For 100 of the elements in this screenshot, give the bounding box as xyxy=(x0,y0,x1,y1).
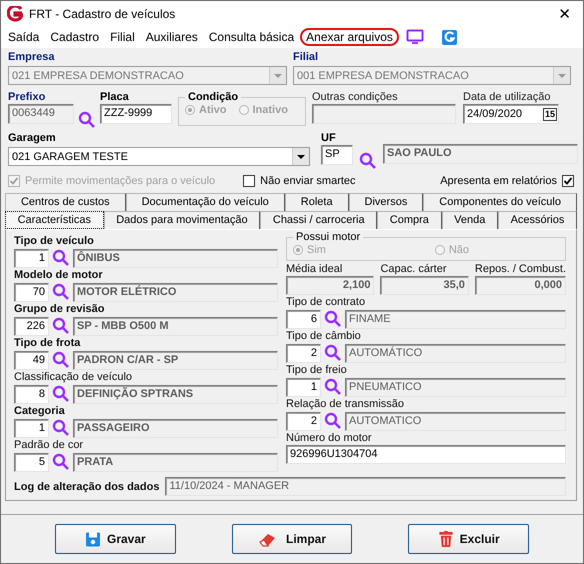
search-icon[interactable] xyxy=(324,412,342,430)
search-icon[interactable] xyxy=(359,152,377,170)
other-conditions-field[interactable] xyxy=(312,104,456,124)
checkbox-label: Não enviar smartec xyxy=(260,175,356,187)
search-icon[interactable] xyxy=(52,453,70,471)
menu-item[interactable]: Consulta básica xyxy=(204,29,300,45)
code-field[interactable]: 49 xyxy=(14,350,49,370)
state-name-field: SAO PAULO xyxy=(383,144,578,164)
tab[interactable]: Compra xyxy=(377,211,442,229)
code-field[interactable]: 1 xyxy=(286,378,321,396)
menu-item[interactable]: Anexar arquivos xyxy=(300,28,399,46)
description-field: PADRON C/AR - SP xyxy=(73,350,278,370)
field-label: Grupo de revisão xyxy=(14,302,106,316)
description-field: FINAME xyxy=(345,310,566,328)
menu-item[interactable]: Auxiliares xyxy=(140,29,203,45)
monitor-icon[interactable] xyxy=(406,29,424,45)
trash-icon xyxy=(438,530,454,548)
group-title: Condição xyxy=(187,91,240,103)
state-code-field[interactable]: SP xyxy=(321,145,353,165)
code-field[interactable]: 1 xyxy=(14,418,49,438)
numeric-field: 2,100 xyxy=(286,276,374,295)
app-logo-icon xyxy=(7,6,23,22)
field-label: Categoria xyxy=(14,404,66,418)
checkbox-label: Apresenta em relatórios xyxy=(440,175,557,187)
group-title: Possui motor xyxy=(295,231,362,243)
code-field[interactable]: 226 xyxy=(14,316,49,336)
code-field[interactable]: 6 xyxy=(286,310,321,328)
code-field[interactable]: 2 xyxy=(286,344,321,362)
code-field[interactable]: 70 xyxy=(14,282,49,302)
search-icon[interactable] xyxy=(324,310,342,328)
checkbox[interactable] xyxy=(562,175,574,187)
caret-icon xyxy=(274,74,282,78)
tab[interactable]: Componentes do veículo xyxy=(423,193,577,211)
field-label: Tipo de câmbio xyxy=(286,329,362,343)
tab[interactable]: Documentação do veículo xyxy=(126,193,285,211)
plate-field[interactable]: ZZZ-9999 xyxy=(100,104,172,124)
field-label: Garagem xyxy=(8,132,57,145)
checkmark-icon xyxy=(9,176,19,186)
description-field: DEFINIÇÃO SPTRANS xyxy=(73,384,278,404)
window-title: FRT - Cadastro de veículos xyxy=(29,6,176,20)
description-field: AUTOMÁTICO xyxy=(345,344,566,362)
search-icon[interactable] xyxy=(52,351,70,369)
tab[interactable]: Centros de custos xyxy=(5,193,126,211)
caret-icon xyxy=(558,74,566,78)
search-icon[interactable] xyxy=(52,317,70,335)
description-field: ÔNIBUS xyxy=(73,248,278,268)
description-field: PNEUMATICO xyxy=(345,378,566,396)
search-icon[interactable] xyxy=(52,419,70,437)
calendar-button[interactable]: 15 xyxy=(542,108,557,120)
checkbox[interactable] xyxy=(243,175,256,187)
field-label: Prefixo xyxy=(8,91,46,104)
tab[interactable]: Venda xyxy=(442,211,498,229)
tab[interactable]: Roleta xyxy=(284,193,349,211)
field-label: Capac. cárter xyxy=(380,262,448,276)
date-field[interactable]: 24/09/2020 15 xyxy=(463,104,559,124)
description-field: PASSAGEIRO xyxy=(73,418,278,438)
description-field: SP - MBB O500 M xyxy=(73,316,278,336)
search-icon[interactable] xyxy=(78,111,96,129)
close-button[interactable]: ✕ xyxy=(552,4,577,22)
menu-item[interactable]: Saída xyxy=(3,29,44,45)
field-label: Tipo de freio xyxy=(286,363,348,377)
engine-number-field[interactable]: 926996U1304704 xyxy=(286,445,566,464)
field-label: Tipo de veículo xyxy=(14,234,95,248)
code-field[interactable]: 2 xyxy=(286,412,321,430)
field-label: UF xyxy=(321,132,337,145)
tab[interactable]: Acessórios xyxy=(498,211,577,229)
action-button[interactable]: Excluir xyxy=(408,524,530,554)
tab[interactable]: Chassi / carroceria xyxy=(260,211,378,229)
code-field[interactable]: 5 xyxy=(14,452,49,472)
menu-item[interactable]: Filial xyxy=(105,29,140,45)
checkbox-label: Permite movimentações para o veículo xyxy=(25,175,216,187)
action-button[interactable]: Limpar xyxy=(232,524,352,554)
tab[interactable]: Diversos xyxy=(348,193,424,211)
description-field: MOTOR ELÉTRICO xyxy=(73,282,278,302)
code-field[interactable]: 8 xyxy=(14,384,49,404)
field-label: Relação de transmissão xyxy=(286,397,406,411)
numeric-field: 0,000 xyxy=(474,276,566,295)
description-field: AUTOMATICO xyxy=(345,412,566,430)
field-label: Placa xyxy=(100,91,130,104)
field-label: Outras condições xyxy=(312,91,399,104)
search-icon[interactable] xyxy=(52,249,70,267)
garage-dropdown[interactable]: 021 GARAGEM TESTE xyxy=(8,147,310,166)
checkmark-icon xyxy=(563,176,573,186)
description-field: PRATA xyxy=(73,452,278,472)
search-icon[interactable] xyxy=(52,385,70,403)
code-field[interactable]: 1 xyxy=(14,248,49,268)
change-log-field: 11/10/2024 - MANAGER xyxy=(165,477,566,496)
tab[interactable]: Dados para movimentação xyxy=(104,211,260,229)
menu-item[interactable]: Cadastro xyxy=(45,29,104,45)
search-icon[interactable] xyxy=(324,344,342,362)
field-label: Data de utilização xyxy=(463,91,552,104)
field-label: Padrão de cor xyxy=(14,438,84,452)
field-label: Tipo de frota xyxy=(14,336,82,350)
search-icon[interactable] xyxy=(324,378,342,396)
app-logo-icon[interactable] xyxy=(442,30,457,44)
tab[interactable]: Características xyxy=(5,211,104,229)
field-label: Classificação de veículo xyxy=(14,370,134,384)
field-label: Empresa xyxy=(8,51,56,64)
action-button[interactable]: Gravar xyxy=(55,524,176,554)
search-icon[interactable] xyxy=(52,283,70,301)
